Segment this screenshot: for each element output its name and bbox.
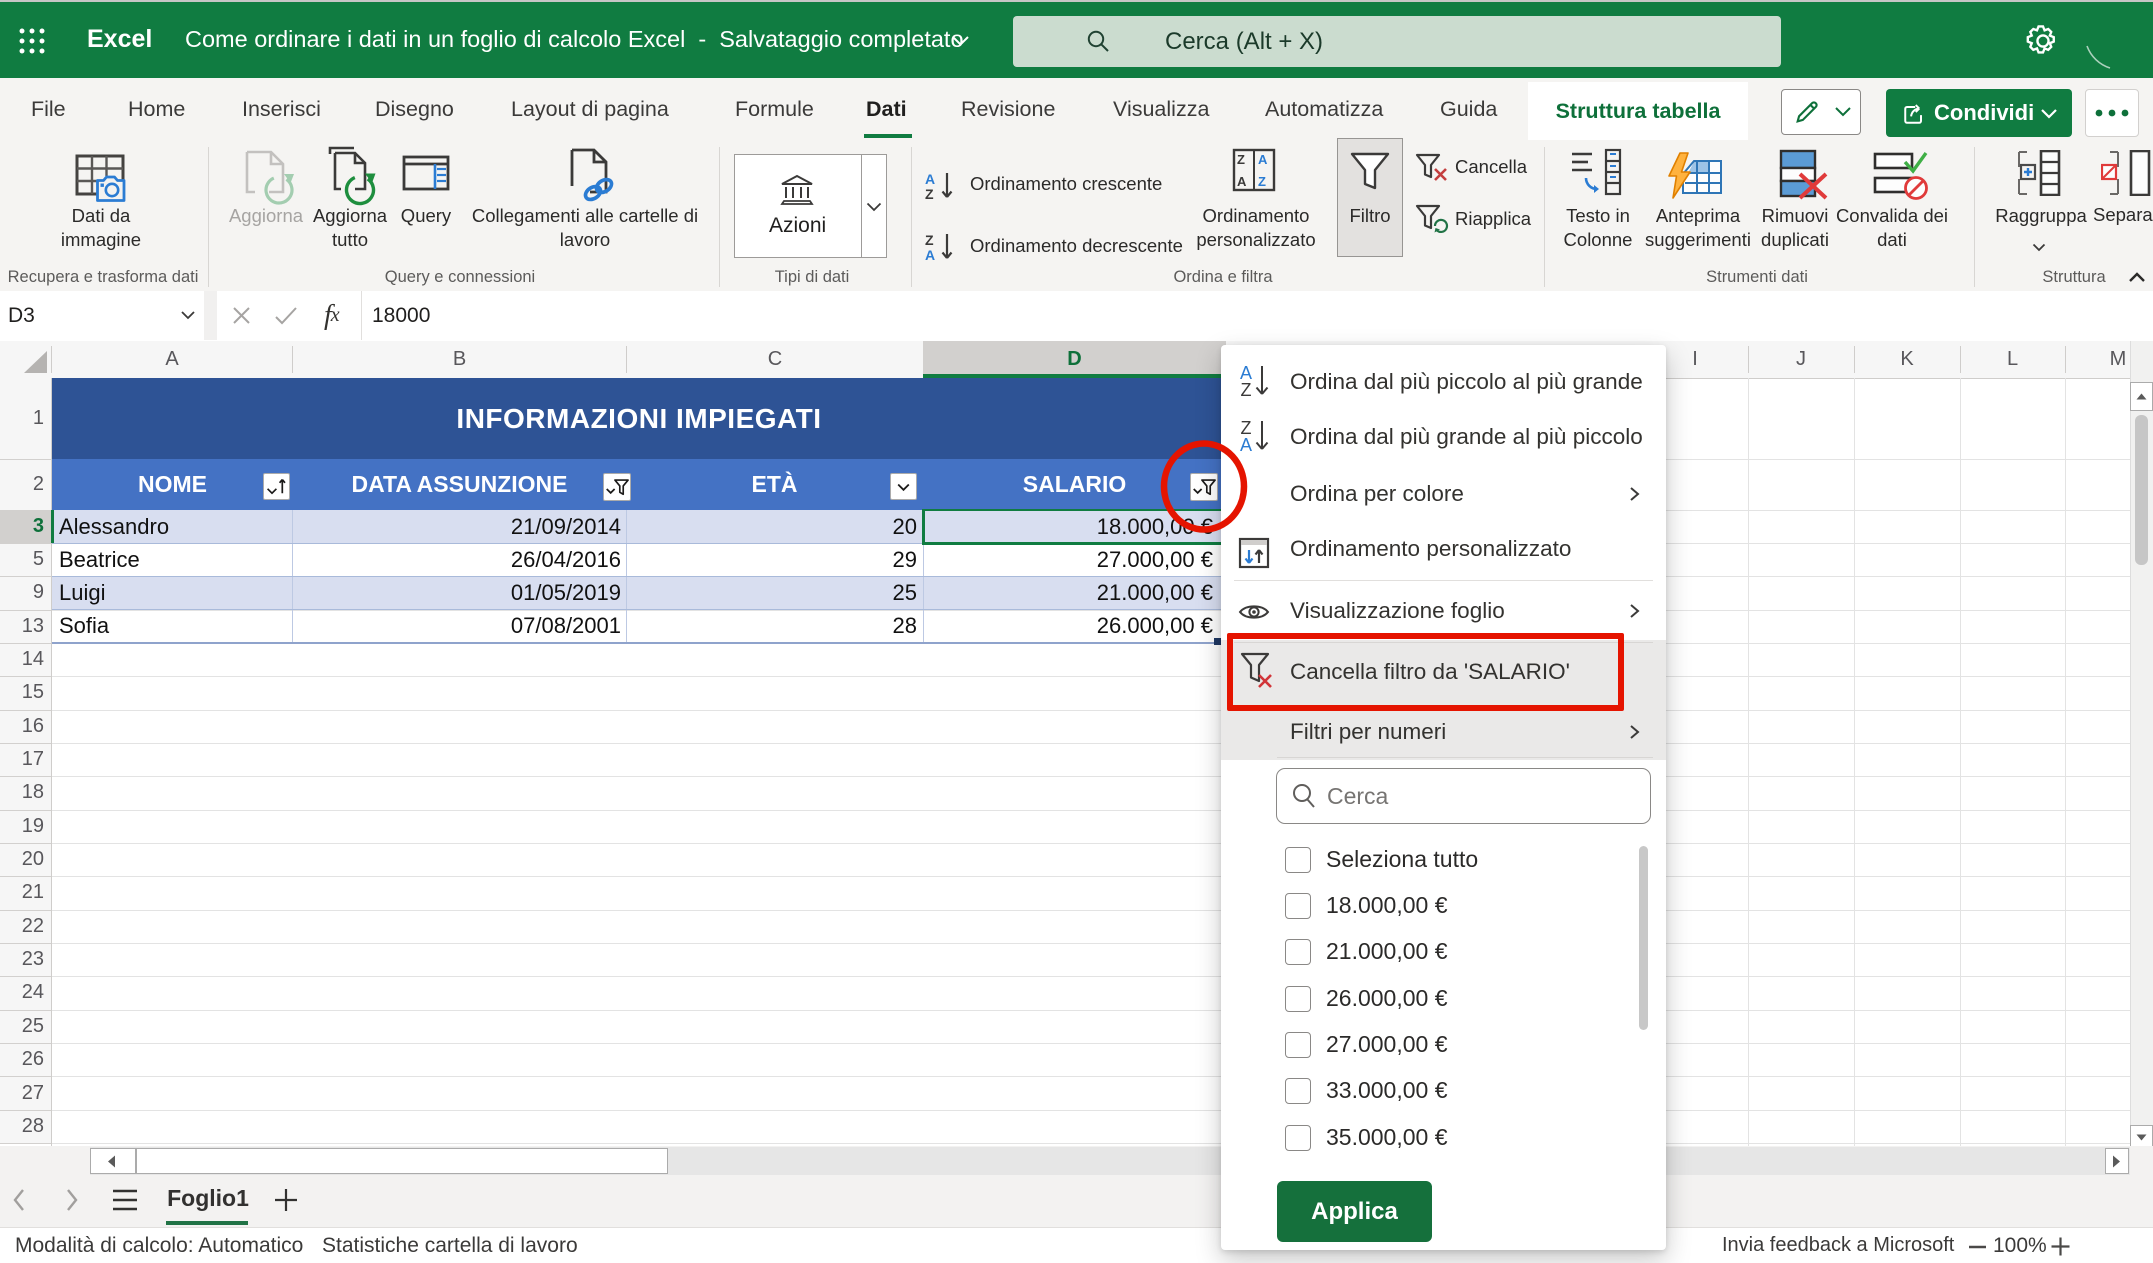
svg-text:Z: Z	[1241, 380, 1252, 398]
